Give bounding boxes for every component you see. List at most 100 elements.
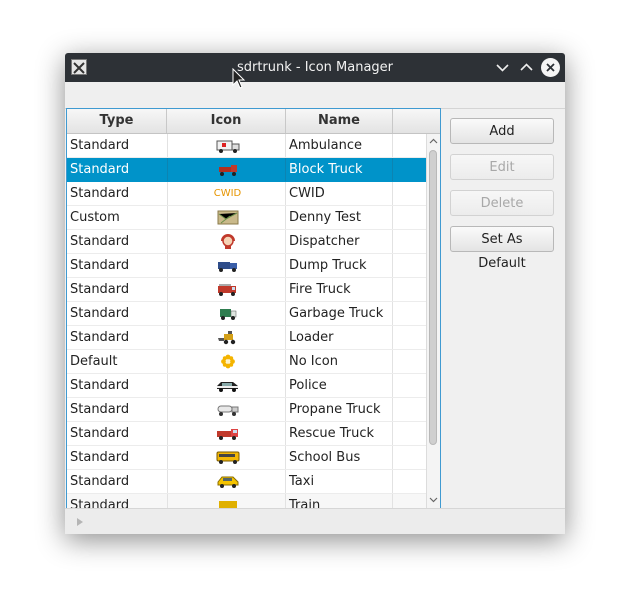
name-cell: Dispatcher bbox=[289, 234, 360, 249]
name-cell: School Bus bbox=[289, 450, 361, 465]
menu-bar bbox=[65, 82, 565, 109]
vertical-scrollbar[interactable] bbox=[426, 134, 440, 508]
dispatcher-icon bbox=[221, 234, 235, 249]
icon-cell bbox=[167, 230, 286, 253]
scroll-up-icon[interactable] bbox=[429, 137, 438, 146]
table-row[interactable]: Standard CWID CWID bbox=[67, 182, 426, 206]
police-car-icon bbox=[217, 382, 238, 392]
type-cell: Standard bbox=[70, 306, 130, 321]
table-row[interactable]: Default No Icon bbox=[67, 350, 426, 374]
name-cell: Ambulance bbox=[289, 138, 363, 153]
type-cell: Standard bbox=[70, 162, 130, 177]
type-cell: Standard bbox=[70, 498, 130, 508]
icon-cell bbox=[167, 254, 286, 277]
extra-cell bbox=[392, 350, 426, 373]
icon-cell bbox=[167, 326, 286, 349]
name-cell: Rescue Truck bbox=[289, 426, 375, 441]
icon-cell bbox=[167, 422, 286, 445]
extra-cell bbox=[392, 302, 426, 325]
table-row-selected[interactable]: Standard Block Truck bbox=[67, 158, 426, 182]
name-cell: CWID bbox=[289, 186, 325, 201]
type-cell: Standard bbox=[70, 186, 130, 201]
extra-cell bbox=[392, 422, 426, 445]
set-as-default-button[interactable]: Set As Default bbox=[450, 226, 554, 271]
edit-button[interactable]: Edit bbox=[450, 154, 554, 180]
extra-cell bbox=[392, 182, 426, 205]
extra-cell bbox=[392, 398, 426, 421]
type-cell: Standard bbox=[70, 426, 130, 441]
delete-button[interactable]: Delete bbox=[450, 190, 554, 216]
extra-cell bbox=[392, 158, 426, 181]
extra-cell bbox=[392, 230, 426, 253]
table-row[interactable]: Standard Propane Truck bbox=[67, 398, 426, 422]
icon-manager-window: sdrtrunk - Icon Manager Type Icon Name S… bbox=[65, 53, 565, 534]
extra-cell bbox=[392, 206, 426, 229]
extra-cell bbox=[392, 374, 426, 397]
table-row[interactable]: Custom Denny Test bbox=[67, 206, 426, 230]
window-title: sdrtrunk - Icon Manager bbox=[236, 60, 394, 75]
table-row[interactable]: Standard Taxi bbox=[67, 470, 426, 494]
table-row[interactable]: Standard Dump Truck bbox=[67, 254, 426, 278]
propane-truck-icon bbox=[217, 405, 239, 416]
add-button[interactable]: Add bbox=[450, 118, 554, 144]
loader-icon bbox=[218, 331, 236, 345]
school-bus-icon bbox=[216, 451, 240, 464]
close-icon[interactable] bbox=[541, 58, 560, 77]
icon-cell bbox=[167, 206, 286, 229]
table-row[interactable]: Standard Loader bbox=[67, 326, 426, 350]
table-row[interactable]: Standard Dispatcher bbox=[67, 230, 426, 254]
table-row[interactable]: Standard School Bus bbox=[67, 446, 426, 470]
icon-cell bbox=[167, 350, 286, 373]
icon-cell bbox=[167, 470, 286, 493]
table-row[interactable]: Standard Rescue Truck bbox=[67, 422, 426, 446]
table-header: Type Icon Name bbox=[67, 109, 440, 134]
type-cell: Standard bbox=[70, 258, 130, 273]
minimize-chevron-icon[interactable] bbox=[493, 58, 512, 77]
table-row[interactable]: Standard Police bbox=[67, 374, 426, 398]
name-cell: Garbage Truck bbox=[289, 306, 384, 321]
maximize-chevron-icon[interactable] bbox=[517, 58, 536, 77]
scrollbar-thumb[interactable] bbox=[429, 150, 437, 445]
type-cell: Standard bbox=[70, 402, 130, 417]
name-cell: Denny Test bbox=[289, 210, 361, 225]
type-cell: Standard bbox=[70, 138, 130, 153]
extra-cell bbox=[392, 134, 426, 157]
mouse-cursor-icon bbox=[232, 68, 246, 89]
icon-cell bbox=[167, 302, 286, 325]
column-header-type[interactable]: Type bbox=[67, 109, 167, 133]
train-icon bbox=[219, 501, 237, 508]
type-cell: Standard bbox=[70, 474, 130, 489]
rescue-truck-icon bbox=[217, 429, 238, 440]
status-bar bbox=[65, 508, 565, 534]
column-header-icon[interactable]: Icon bbox=[167, 109, 286, 133]
icon-table[interactable]: Type Icon Name Standard Ambulance Standa… bbox=[66, 108, 441, 509]
taxi-icon bbox=[217, 476, 239, 488]
name-cell: No Icon bbox=[289, 354, 338, 369]
type-cell: Standard bbox=[70, 450, 130, 465]
extra-cell bbox=[392, 254, 426, 277]
table-row[interactable]: Standard Ambulance bbox=[67, 134, 426, 158]
title-bar[interactable]: sdrtrunk - Icon Manager bbox=[65, 53, 565, 82]
table-row[interactable]: Standard Garbage Truck bbox=[67, 302, 426, 326]
column-header-extra[interactable] bbox=[393, 109, 440, 133]
name-cell: Loader bbox=[289, 330, 334, 345]
icon-cell bbox=[167, 134, 286, 157]
type-cell: Standard bbox=[70, 234, 130, 249]
icon-cell bbox=[167, 278, 286, 301]
table-row[interactable]: Standard Train bbox=[67, 494, 426, 508]
table-row[interactable]: Standard Fire Truck bbox=[67, 278, 426, 302]
play-arrow-icon[interactable] bbox=[76, 517, 84, 527]
fire-truck-icon bbox=[218, 284, 236, 296]
type-cell: Standard bbox=[70, 378, 130, 393]
scroll-down-icon[interactable] bbox=[429, 495, 438, 504]
block-truck-icon bbox=[219, 165, 237, 176]
map-icon bbox=[217, 210, 239, 225]
extra-cell bbox=[392, 470, 426, 493]
extra-cell bbox=[392, 326, 426, 349]
column-header-name[interactable]: Name bbox=[286, 109, 393, 133]
name-cell: Fire Truck bbox=[289, 282, 351, 297]
icon-cell bbox=[167, 158, 286, 181]
extra-cell bbox=[392, 278, 426, 301]
dump-truck-icon bbox=[218, 262, 237, 272]
extra-cell bbox=[392, 494, 426, 508]
